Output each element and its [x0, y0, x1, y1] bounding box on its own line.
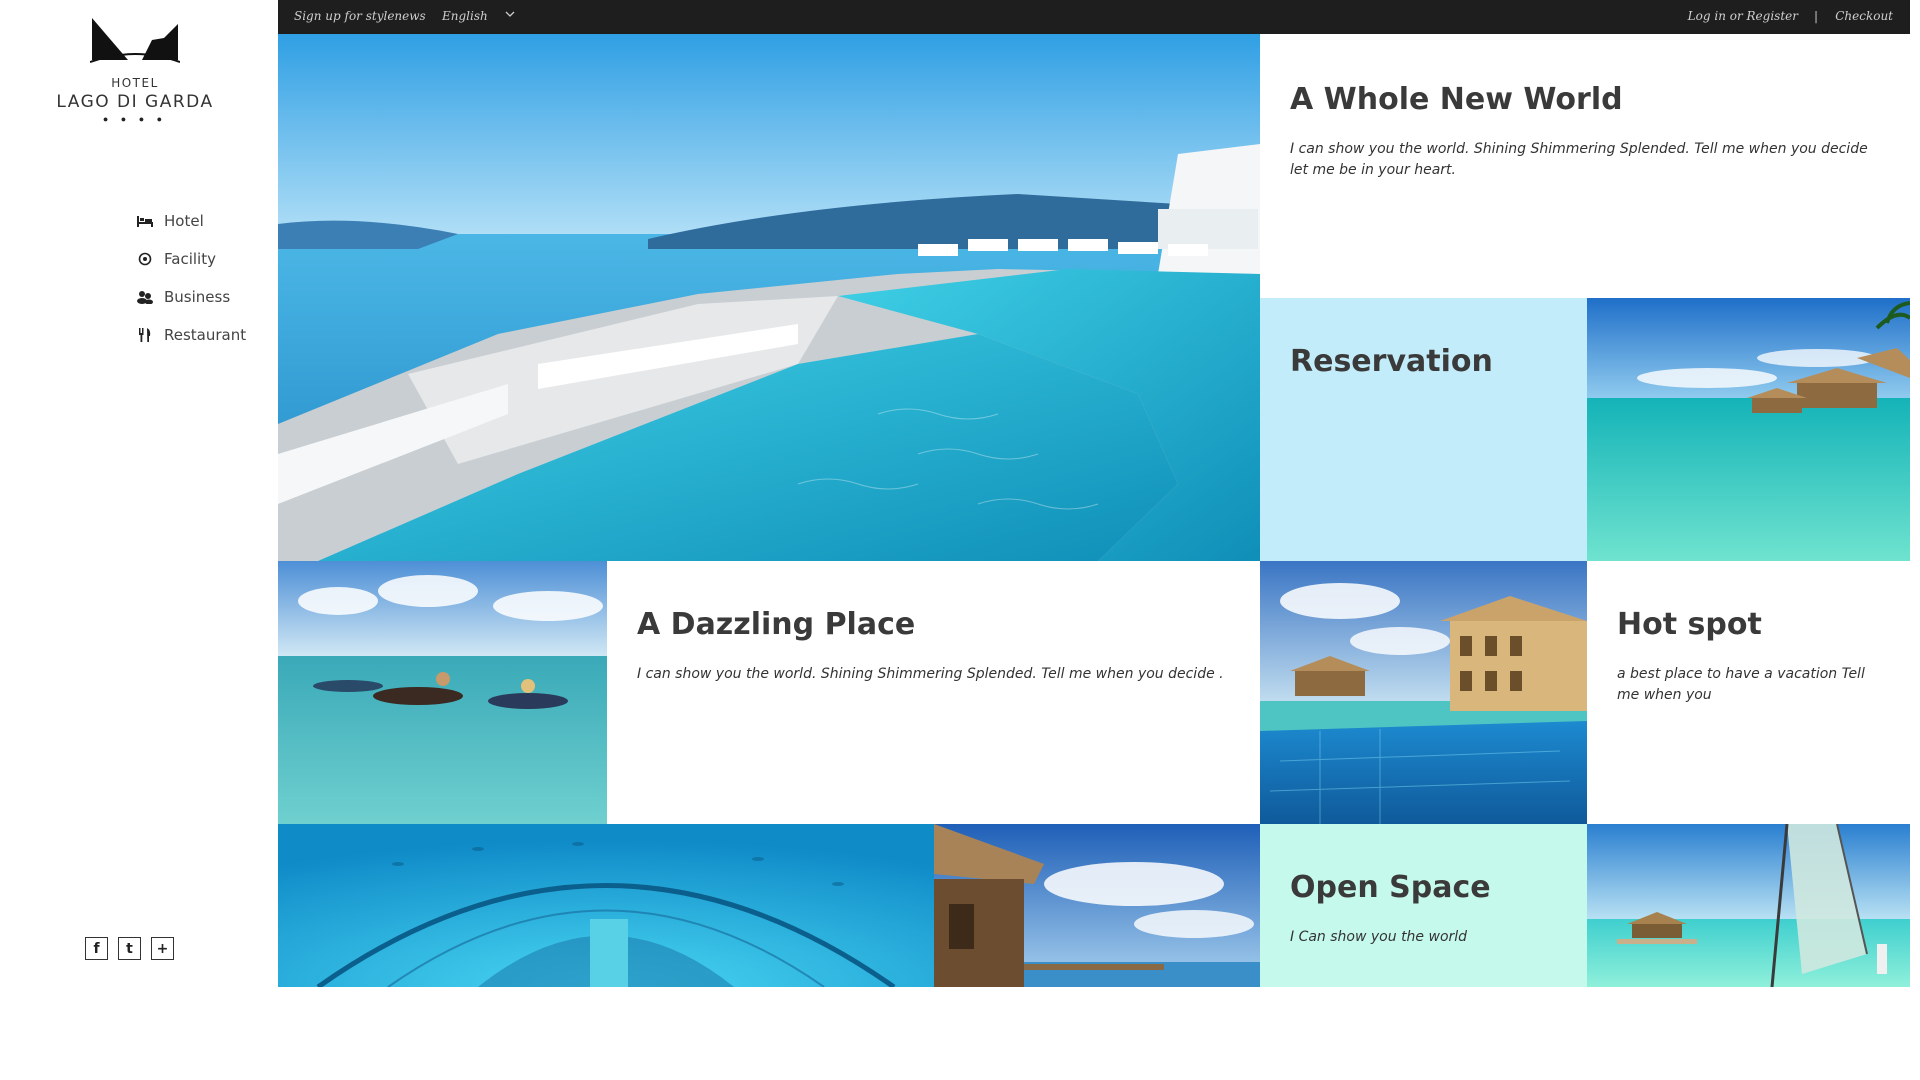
- reservation-tile[interactable]: Reservation: [1260, 298, 1587, 561]
- bungalow-lagoon-image[interactable]: [1587, 298, 1910, 561]
- resort-villa-image[interactable]: [1260, 561, 1587, 824]
- social-links: f t +: [85, 937, 174, 960]
- top-bar: Sign up for stylenews English Log in or …: [278, 0, 1910, 34]
- sidebar-item-restaurant[interactable]: Restaurant: [136, 316, 246, 354]
- chevron-down-icon[interactable]: [504, 8, 516, 23]
- topbar-separator: |: [1813, 9, 1818, 23]
- people-icon: [136, 288, 154, 306]
- sidebar-nav: Hotel Facility Business Restaurant: [136, 202, 246, 354]
- hero-pool-image[interactable]: [278, 34, 1260, 561]
- swimmers-image[interactable]: [278, 561, 607, 824]
- sidebar-item-business[interactable]: Business: [136, 278, 246, 316]
- dazzling-place-tile[interactable]: A Dazzling Place I can show you the worl…: [607, 561, 1260, 824]
- sidebar-item-label: Hotel: [164, 212, 204, 230]
- twitter-button[interactable]: t: [118, 937, 141, 960]
- swimmers-scene: [278, 561, 607, 824]
- bungalow-lagoon-scene: [1587, 298, 1910, 561]
- whole-new-world-title: A Whole New World: [1290, 82, 1623, 117]
- sidebar-item-hotel[interactable]: Hotel: [136, 202, 246, 240]
- sidebar-item-label: Business: [164, 288, 231, 306]
- dazzling-place-title: A Dazzling Place: [637, 607, 916, 642]
- open-space-text: I Can show you the world: [1290, 929, 1468, 945]
- whole-new-world-tile[interactable]: A Whole New World I can show you the wor…: [1260, 34, 1910, 298]
- sailing-lagoon-image[interactable]: [1587, 824, 1910, 987]
- cutlery-icon: [136, 326, 154, 344]
- beach-cabin-scene: [934, 824, 1260, 987]
- logo-hotel-name: LAGO DI GARDA: [56, 92, 214, 112]
- hot-spot-title: Hot spot: [1617, 607, 1762, 642]
- underwater-tunnel-scene: [278, 824, 934, 987]
- plus-icon: +: [156, 940, 169, 957]
- sidebar: HOTEL LAGO DI GARDA ● ● ● ● Hotel Facili…: [0, 0, 278, 1080]
- target-icon: [136, 250, 154, 268]
- resort-villa-scene: [1260, 561, 1587, 824]
- logo-hotel-label: HOTEL: [111, 76, 159, 90]
- newsletter-signup-link[interactable]: Sign up for stylenews: [294, 9, 426, 23]
- checkout-link[interactable]: Checkout: [1835, 9, 1893, 23]
- open-space-tile[interactable]: Open Space I Can show you the world: [1260, 824, 1587, 987]
- sidebar-item-label: Facility: [164, 250, 216, 268]
- logo-mark-icon: [90, 18, 180, 63]
- open-space-title: Open Space: [1290, 870, 1491, 905]
- sailing-lagoon-scene: [1587, 824, 1910, 987]
- hot-spot-text: a best place to have a vacation Tell me …: [1617, 666, 1865, 703]
- facebook-button[interactable]: f: [85, 937, 108, 960]
- facebook-icon: f: [93, 940, 100, 957]
- login-register-link[interactable]: Log in or Register: [1688, 9, 1798, 23]
- whole-new-world-text: I can show you the world. Shining Shimme…: [1290, 141, 1868, 178]
- hot-spot-tile[interactable]: Hot spot a best place to have a vacation…: [1587, 561, 1910, 824]
- bed-icon: [136, 212, 154, 230]
- dazzling-place-text: I can show you the world. Shining Shimme…: [637, 666, 1224, 682]
- sidebar-item-facility[interactable]: Facility: [136, 240, 246, 278]
- sidebar-item-label: Restaurant: [164, 326, 247, 344]
- plus-button[interactable]: +: [151, 937, 174, 960]
- hero-pool-scene: [278, 34, 1260, 561]
- logo-stars: ● ● ● ●: [102, 114, 168, 124]
- language-select[interactable]: English: [442, 9, 488, 23]
- hotel-logo[interactable]: HOTEL LAGO DI GARDA ● ● ● ●: [0, 16, 270, 124]
- reservation-title: Reservation: [1290, 344, 1493, 379]
- beach-cabin-image[interactable]: [934, 824, 1260, 987]
- underwater-tunnel-image[interactable]: [278, 824, 934, 987]
- twitter-icon: t: [126, 940, 133, 957]
